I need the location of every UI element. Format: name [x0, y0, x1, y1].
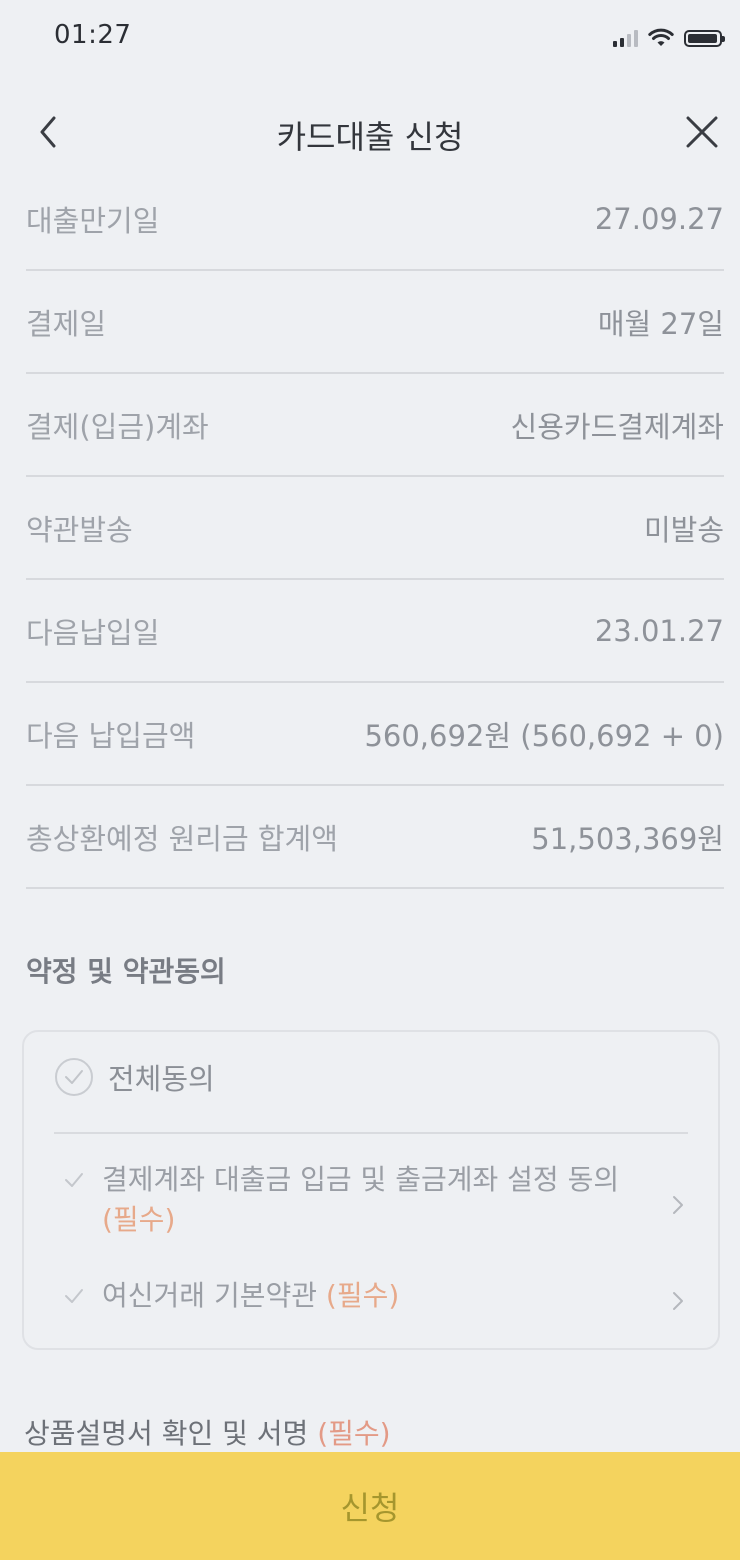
status-time: 01:27: [54, 20, 132, 50]
info-value: 미발송: [643, 512, 724, 547]
chevron-right-icon: [673, 1196, 683, 1214]
info-value: 신용카드결제계좌: [510, 409, 724, 444]
info-row-terms-delivery: 약관발송 미발송: [26, 477, 724, 580]
agreement-item-text: 여신거래 기본약관 (필수): [102, 1276, 622, 1316]
required-tag: (필수): [317, 1417, 391, 1450]
info-label: 다음 납입금액: [26, 718, 196, 753]
info-row-total-repayment: 총상환예정 원리금 합계액 51,503,369원: [26, 786, 724, 889]
close-icon: [686, 116, 718, 148]
divider: [54, 1132, 688, 1134]
check-circle-icon: [55, 1058, 93, 1096]
agreement-item-account-setup[interactable]: 결제계좌 대출금 입금 및 출금계좌 설정 동의 (필수): [62, 1160, 688, 1240]
info-row-maturity-date: 대출만기일 27.09.27: [26, 168, 724, 271]
battery-icon: [684, 29, 725, 47]
info-row-payment-day: 결제일 매월 27일: [26, 271, 724, 374]
product-description-signature[interactable]: 상품설명서 확인 및 서명 (필수): [24, 1412, 391, 1452]
info-value: 23.01.27: [594, 613, 724, 648]
required-tag: (필수): [102, 1203, 176, 1236]
info-label: 총상환예정 원리금 합계액: [26, 821, 338, 856]
info-value: 51,503,369원: [531, 821, 724, 856]
check-icon: [65, 1173, 83, 1187]
info-row-next-payment-amount: 다음 납입금액 560,692원 (560,692 + 0): [26, 683, 724, 786]
status-bar: 01:27: [0, 0, 740, 80]
wifi-icon: [648, 28, 674, 46]
chevron-right-icon: [673, 1292, 683, 1310]
info-label: 결제(입금)계좌: [26, 409, 209, 444]
agree-all-checkbox[interactable]: 전체동의: [54, 1056, 215, 1098]
info-value: 27.09.27: [594, 201, 724, 236]
info-value: 560,692원 (560,692 + 0): [364, 718, 724, 753]
info-label: 다음납입일: [26, 615, 160, 650]
signature-label: 상품설명서 확인 및 서명: [24, 1417, 309, 1450]
agreement-box: 전체동의 결제계좌 대출금 입금 및 출금계좌 설정 동의 (필수) 여신거래 …: [22, 1030, 720, 1350]
signal-icon: [613, 29, 638, 47]
info-label: 결제일: [26, 306, 107, 341]
agreement-item-label: 여신거래 기본약관: [102, 1279, 317, 1312]
apply-button[interactable]: 신청: [0, 1452, 740, 1560]
info-row-payment-account: 결제(입금)계좌 신용카드결제계좌: [26, 374, 724, 477]
info-value: 매월 27일: [597, 306, 724, 341]
status-icons: [613, 26, 725, 50]
check-icon: [65, 1289, 83, 1303]
agreement-item-text: 결제계좌 대출금 입금 및 출금계좌 설정 동의 (필수): [102, 1160, 622, 1240]
apply-button-label: 신청: [340, 1490, 400, 1526]
page-title: 카드대출 신청: [276, 118, 464, 156]
header: 카드대출 신청: [0, 92, 740, 172]
info-label: 대출만기일: [26, 203, 160, 238]
agreement-item-credit-terms[interactable]: 여신거래 기본약관 (필수): [62, 1276, 688, 1316]
info-label: 약관발송: [26, 512, 133, 547]
required-tag: (필수): [325, 1279, 400, 1312]
agreement-section-title: 약정 및 약관동의: [26, 955, 226, 988]
loan-info-list: 대출만기일 27.09.27 결제일 매월 27일 결제(입금)계좌 신용카드결…: [26, 168, 724, 889]
agree-all-label: 전체동의: [108, 1062, 215, 1096]
agreement-item-label: 결제계좌 대출금 입금 및 출금계좌 설정 동의: [102, 1163, 620, 1196]
info-row-next-payment-date: 다음납입일 23.01.27: [26, 580, 724, 683]
close-button[interactable]: [680, 108, 724, 156]
